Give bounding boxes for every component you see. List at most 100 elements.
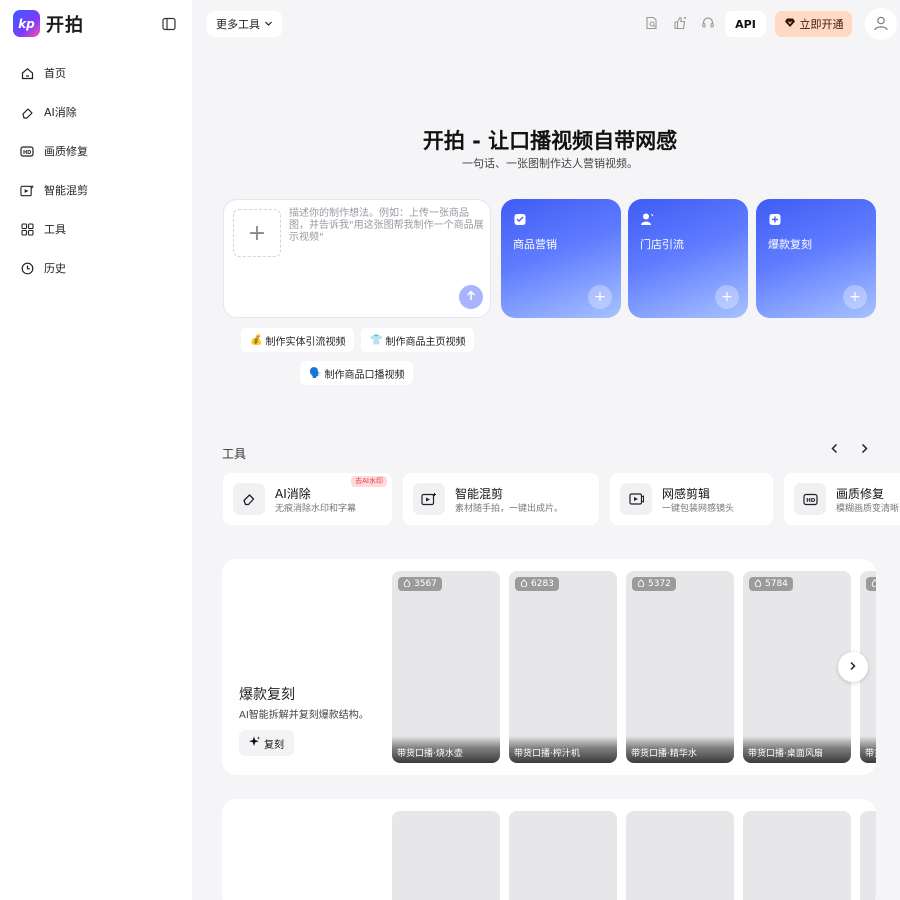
sidebar-item-history[interactable]: 历史 [12, 251, 180, 285]
avatar[interactable] [865, 8, 897, 40]
sidebar-item-smart-clip[interactable]: 智能混剪 [12, 173, 180, 207]
plus-icon[interactable]: + [843, 285, 867, 309]
suggestion-label: 制作商品主页视频 [385, 336, 466, 348]
tools-pager [826, 440, 872, 456]
vip-button[interactable]: 立即开通 [775, 11, 852, 37]
prompt-box[interactable]: + 描述你的制作想法。例如：上传一张商品图，并告诉我"用这张图帮我制作一个商品展… [223, 199, 491, 318]
headset-icon[interactable] [699, 14, 717, 32]
logo-mark-icon: kp [13, 10, 40, 37]
showcase-title: 爆款复刻 [239, 687, 295, 703]
video-card[interactable]: 5372 带货口播·精华水 [626, 571, 734, 763]
tool-desc: 模糊画质变清晰 [836, 504, 900, 514]
vip-button-label: 立即开通 [799, 18, 844, 31]
feature-card-viral-copy[interactable]: 爆款复刻 + [756, 199, 876, 318]
video-card[interactable]: 5784 带货口播·桌面风扇 [743, 571, 851, 763]
eraser-icon [20, 105, 34, 119]
sidebar-toggle-icon[interactable] [160, 15, 178, 33]
chevron-right-icon [849, 661, 857, 674]
sidebar-nav: 首页 AI消除 HD 画质修复 智能混剪 工具 历史 [12, 56, 180, 290]
feature-card-label: 门店引流 [640, 238, 684, 251]
document-search-icon[interactable] [643, 14, 661, 32]
flame-icon [871, 578, 876, 590]
view-count-badge: 3567 [398, 577, 442, 591]
tool-card-quality-repair[interactable]: HD 画质修复 模糊画质变清晰 [784, 473, 900, 525]
video-card[interactable]: 6283 带货口播·榨汁机 [509, 571, 617, 763]
sidebar-item-home[interactable]: 首页 [12, 56, 180, 90]
sidebar-item-label: AI消除 [44, 106, 77, 119]
suggestion-chip[interactable]: 👕 制作商品主页视频 [361, 328, 475, 352]
smart-clip-icon [20, 183, 34, 197]
tool-badge: 去AI水印 [351, 476, 387, 487]
tool-desc: 素材随手拍，一键出成片。 [455, 504, 564, 514]
flame-icon [520, 578, 528, 590]
video-card[interactable] [743, 811, 851, 900]
sidebar-item-label: 首页 [44, 67, 66, 80]
video-card[interactable] [392, 811, 500, 900]
flame-icon [403, 578, 411, 590]
api-button[interactable]: API [725, 11, 766, 37]
tool-name: 网感剪辑 [662, 487, 711, 501]
eraser-icon [233, 483, 265, 515]
plus-icon[interactable]: + [588, 285, 612, 309]
sidebar-item-tools[interactable]: 工具 [12, 212, 180, 246]
tool-card-ai-erase[interactable]: AI消除 无痕消除水印和字幕 去AI水印 [223, 473, 392, 525]
clock-icon [20, 261, 34, 275]
hero-subtitle: 一句话、一张图制作达人营销视频。 [462, 157, 638, 170]
video-card[interactable]: 3567 带货口播·烧水壶 [392, 571, 500, 763]
plus-icon[interactable]: + [715, 285, 739, 309]
suggestion-label: 制作实体引流视频 [265, 336, 346, 348]
diamond-heart-icon [784, 17, 796, 31]
suggestion-chip[interactable]: 🗣️ 制作商品口播视频 [300, 361, 414, 385]
tool-name: 画质修复 [836, 487, 885, 501]
view-count-badge [866, 577, 876, 591]
svg-text:HD: HD [806, 498, 816, 504]
copy-button[interactable]: 复刻 [239, 730, 294, 756]
more-tools-dropdown[interactable]: 更多工具 [207, 11, 282, 37]
view-count-badge: 5784 [749, 577, 793, 591]
copy-icon [768, 212, 782, 226]
money-bag-icon: 💰 [250, 334, 263, 346]
copy-button-label: 复刻 [264, 739, 284, 751]
tool-desc: 无痕消除水印和字幕 [275, 504, 357, 514]
chevron-right-icon[interactable] [856, 440, 872, 456]
feature-card-store-traffic[interactable]: 门店引流 + [628, 199, 748, 318]
more-tools-label: 更多工具 [216, 18, 260, 31]
tool-card-net-edit[interactable]: 网感剪辑 一键包装网感镜头 [610, 473, 773, 525]
speaking-head-icon: 🗣️ [309, 367, 322, 379]
view-count-badge: 6283 [515, 577, 559, 591]
sidebar: kp 开拍 首页 AI消除 HD 画质修复 智能混剪 工具 历史 [0, 0, 192, 900]
view-count: 3567 [414, 579, 437, 589]
thumbs-up-icon[interactable] [671, 14, 689, 32]
svg-text:HD: HD [23, 150, 31, 156]
user-icon [873, 15, 889, 34]
upload-image-button[interactable]: + [233, 209, 281, 257]
flame-icon [637, 578, 645, 590]
video-edit-icon [620, 483, 652, 515]
video-card[interactable] [626, 811, 734, 900]
product-icon [513, 212, 527, 226]
video-title: 带货口播·精华水 [626, 736, 734, 763]
video-card[interactable] [860, 811, 876, 900]
tool-desc: 一键包装网感镜头 [662, 504, 735, 514]
top-icon-group [643, 14, 717, 32]
tool-card-smart-clip[interactable]: 智能混剪 素材随手拍，一键出成片。 [403, 473, 599, 525]
sidebar-item-quality-repair[interactable]: HD 画质修复 [12, 134, 180, 168]
video-card[interactable] [509, 811, 617, 900]
prompt-input[interactable]: 描述你的制作想法。例如：上传一张商品图，并告诉我"用这张图帮我制作一个商品展示视… [289, 208, 484, 244]
grid-icon [20, 222, 34, 236]
tools-section-title: 工具 [222, 447, 247, 461]
suggestion-chip[interactable]: 💰 制作实体引流视频 [241, 328, 355, 352]
feature-card-product-marketing[interactable]: 商品营销 + [501, 199, 621, 318]
sidebar-item-ai-erase[interactable]: AI消除 [12, 95, 180, 129]
showcase-desc: AI智能拆解并复刻爆款结构。 [239, 710, 369, 721]
video-title: 带货口播·桌面风扇 [743, 736, 851, 763]
hd-icon: HD [20, 144, 34, 158]
send-button[interactable] [459, 285, 483, 309]
store-icon [640, 212, 654, 226]
plus-icon: + [247, 220, 267, 246]
tshirt-icon: 👕 [370, 334, 383, 346]
chevron-left-icon[interactable] [826, 440, 842, 456]
logo[interactable]: kp 开拍 [13, 10, 84, 37]
feature-card-label: 爆款复刻 [768, 238, 812, 251]
showcase-next-button[interactable] [838, 652, 868, 682]
